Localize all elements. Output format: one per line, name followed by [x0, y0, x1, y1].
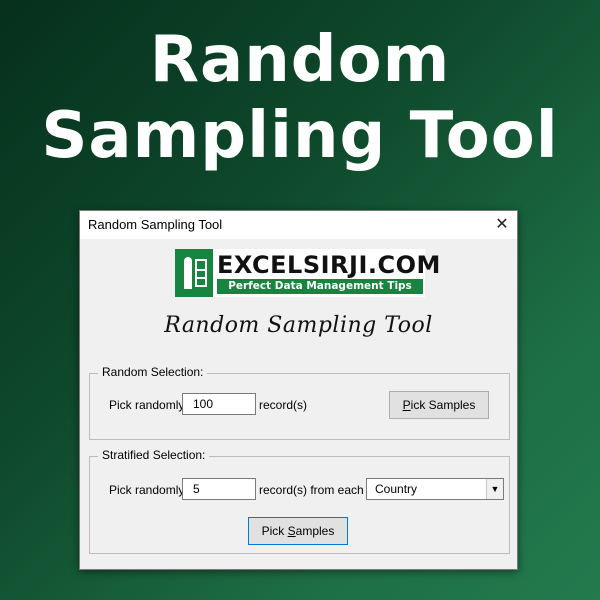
logo-mark-icon	[175, 249, 213, 297]
stratified-selection-label: Stratified Selection:	[98, 448, 210, 462]
title-bar: Random Sampling Tool ✕	[80, 211, 517, 239]
chevron-down-icon[interactable]: ▼	[486, 479, 503, 499]
stratify-field-value: Country	[375, 482, 418, 496]
random-sampling-dialog: Random Sampling Tool ✕ EXCELSIRJI.COM Pe…	[79, 210, 518, 570]
stratified-selection-group: Stratified Selection: Pick randomly reco…	[89, 448, 510, 554]
random-count-input[interactable]	[182, 393, 256, 415]
excelsirji-logo: EXCELSIRJI.COM Perfect Data Management T…	[175, 249, 440, 297]
close-icon[interactable]: ✕	[487, 211, 517, 239]
records-from-each-label: record(s) from each	[259, 483, 364, 497]
logo-tagline: Perfect Data Management Tips	[217, 279, 423, 294]
promo-headline: Random Sampling Tool	[0, 22, 600, 174]
stratified-count-input[interactable]	[182, 478, 256, 500]
window-title: Random Sampling Tool	[88, 217, 223, 232]
stratify-field-select[interactable]: Country ▼	[366, 478, 504, 500]
headline-line-1: Random	[149, 23, 451, 97]
random-selection-group: Random Selection: Pick randomly record(s…	[89, 365, 510, 440]
headline-line-2: Sampling Tool	[41, 99, 559, 173]
logo-brand-text: EXCELSIRJI.COM	[217, 251, 441, 279]
dialog-heading: Random Sampling Tool	[164, 313, 433, 338]
pick-samples-button[interactable]: Pick Samples	[389, 391, 489, 419]
random-selection-label: Random Selection:	[98, 365, 208, 379]
pick-randomly-label: Pick randomly	[109, 483, 185, 497]
pick-randomly-label: Pick randomly	[109, 398, 185, 412]
stratified-pick-samples-button[interactable]: Pick Samples	[248, 517, 348, 545]
records-unit-label: record(s)	[259, 398, 308, 412]
